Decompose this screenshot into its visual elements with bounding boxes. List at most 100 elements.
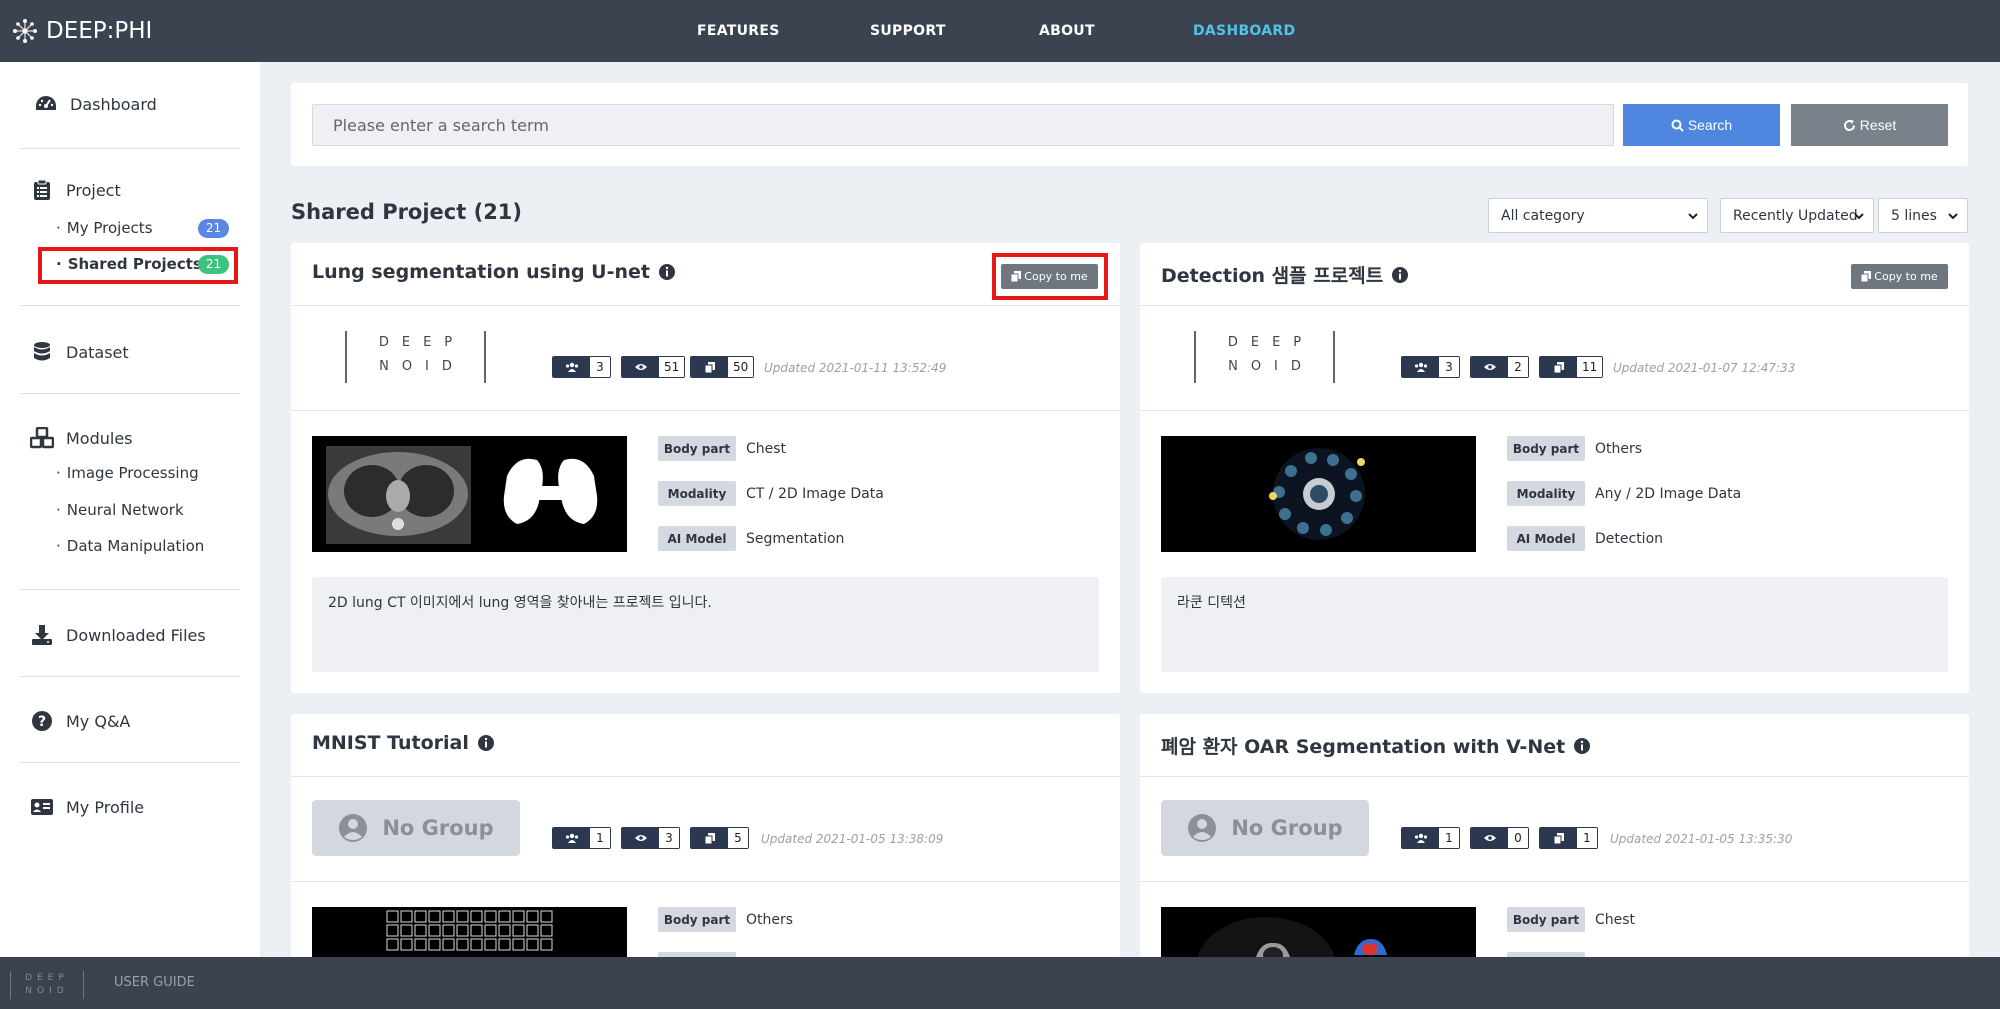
card-title[interactable]: MNIST Tutorial [312, 732, 495, 754]
nav-features[interactable]: FEATURES [697, 0, 780, 62]
field-value: Others [1595, 440, 1643, 457]
members-count: 1 [590, 828, 610, 848]
files-icon [1540, 357, 1577, 377]
category-select[interactable]: All category [1488, 198, 1708, 233]
views-stat: 0 [1470, 827, 1529, 849]
card-title-text: Detection 샘플 프로젝트 [1161, 265, 1384, 287]
sort-select[interactable]: Recently Updated [1720, 198, 1874, 233]
copy-to-me-button[interactable]: Copy to me [1851, 264, 1948, 289]
sidebar-item-my-projects[interactable]: · My Projects [56, 219, 153, 237]
divider [20, 305, 240, 306]
members-count: 3 [590, 357, 610, 377]
group-logo-line: NOID [379, 359, 465, 374]
copy-button-label: Copy to me [1874, 270, 1938, 283]
nav-dashboard[interactable]: DASHBOARD [1193, 0, 1295, 62]
group-logo-line: NOID [1228, 359, 1314, 374]
info-icon[interactable] [1573, 737, 1591, 755]
group-logo-line: DEEP [378, 335, 466, 350]
project-thumbnail [1161, 907, 1476, 957]
search-button[interactable]: Search [1623, 104, 1780, 146]
eye-icon [622, 357, 659, 377]
footer-logo[interactable]: DEEP NOID [10, 971, 84, 999]
no-group-badge: No Group [1161, 800, 1369, 856]
files-icon [1540, 828, 1577, 848]
sidebar-item-data-manipulation[interactable]: · Data Manipulation [56, 537, 204, 555]
sidebar-item-my-profile[interactable]: My Profile [30, 795, 144, 819]
divider [20, 589, 240, 590]
card-title[interactable]: 폐암 환자 OAR Segmentation with V-Net [1161, 732, 1591, 759]
app-logo[interactable]: DEEP:PHI [10, 16, 152, 46]
sidebar-label-shared-projects: Shared Projects [67, 255, 202, 273]
no-group-label: No Group [382, 816, 494, 840]
sidebar-item-my-qa[interactable]: ? My Q&A [30, 709, 130, 733]
copies-stat: 50 [690, 356, 755, 378]
copies-stat: 5 [690, 827, 749, 849]
sidebar-item-dashboard[interactable]: Dashboard [34, 92, 157, 116]
card-header: Detection 샘플 프로젝트 Copy to me [1140, 243, 1969, 306]
user-guide-link[interactable]: USER GUIDE [114, 957, 195, 1009]
members-stat: 1 [1401, 827, 1460, 849]
search-input[interactable] [312, 104, 1614, 146]
updated-timestamp: Updated 2021-01-05 13:38:09 [761, 832, 944, 846]
nav-about[interactable]: ABOUT [1039, 0, 1095, 62]
field-value: Segmentation [746, 530, 845, 547]
shared-projects-count-badge: 21 [198, 255, 229, 274]
project-card[interactable]: 폐암 환자 OAR Segmentation with V-Net No Gro… [1140, 714, 1969, 957]
users-icon [1402, 357, 1439, 377]
lines-select[interactable]: 5 lines [1878, 198, 1968, 233]
info-icon[interactable] [658, 263, 676, 281]
card-title[interactable]: Detection 샘플 프로젝트 [1161, 261, 1409, 288]
field-label: Modality [658, 481, 736, 506]
views-stat: 3 [621, 827, 680, 849]
field-label: AI Model [1507, 526, 1585, 551]
divider [20, 393, 240, 394]
sort-select-value: Recently Updated [1733, 207, 1858, 224]
bullet: · [56, 219, 61, 237]
reset-button[interactable]: Reset [1791, 104, 1948, 146]
sidebar-item-shared-projects[interactable]: · Shared Projects [56, 255, 202, 273]
sidebar-item-dataset[interactable]: Dataset [30, 340, 129, 364]
group-logo-line: DEEP [1227, 335, 1315, 350]
copy-to-me-button[interactable]: Copy to me [1001, 264, 1098, 289]
card-meta: No Group 1 3 5 Updated 2021-01-05 13:38:… [291, 777, 1120, 882]
dashboard-icon [34, 92, 58, 116]
project-card[interactable]: MNIST Tutorial No Group 1 3 5 Updated 20… [291, 714, 1120, 957]
card-meta: DEEP NOID 3 51 50 Updated 2021-01-11 13:5… [291, 306, 1120, 411]
sidebar-label-project: Project [66, 180, 121, 200]
info-icon[interactable] [477, 734, 495, 752]
copies-stat: 1 [1539, 827, 1598, 849]
top-navbar: DEEP:PHI FEATURES SUPPORT ABOUT DASHBOAR… [0, 0, 2000, 62]
sidebar-item-image-processing[interactable]: · Image Processing [56, 464, 199, 482]
sidebar-item-downloaded-files[interactable]: Downloaded Files [30, 623, 206, 647]
copies-stat: 11 [1539, 356, 1604, 378]
field-label: AI Model [658, 526, 736, 551]
my-projects-count-badge: 21 [198, 219, 229, 238]
project-card[interactable]: Lung segmentation using U-net Copy to me… [291, 243, 1120, 693]
nav-support[interactable]: SUPPORT [870, 0, 946, 62]
copies-count: 1 [1577, 828, 1597, 848]
no-group-label: No Group [1231, 816, 1343, 840]
eye-icon [622, 828, 659, 848]
info-icon[interactable] [1391, 266, 1409, 284]
field-value: Chest [746, 440, 787, 457]
card-title-text: MNIST Tutorial [312, 732, 469, 754]
sidebar-item-neural-network[interactable]: · Neural Network [56, 501, 184, 519]
members-stat: 3 [552, 356, 611, 378]
card-title[interactable]: Lung segmentation using U-net [312, 261, 676, 283]
users-icon [553, 357, 590, 377]
user-circle-icon [1188, 814, 1217, 842]
footer: DEEP NOID USER GUIDE [0, 957, 2000, 1009]
files-icon [691, 828, 728, 848]
sidebar-label-neural-network: Neural Network [66, 501, 184, 519]
group-logo: DEEP NOID [1194, 331, 1335, 383]
refresh-icon [1843, 119, 1855, 131]
eye-icon [1471, 357, 1508, 377]
field-value: Detection [1595, 530, 1664, 547]
body-part-field: Body part Chest [658, 436, 786, 461]
project-card[interactable]: Detection 샘플 프로젝트 Copy to me DEEP NOID 3 … [1140, 243, 1969, 693]
field-label: Body part [1507, 436, 1585, 461]
chevron-down-icon [1948, 213, 1958, 220]
sidebar-item-project[interactable]: Project [30, 178, 121, 202]
sidebar-item-modules[interactable]: Modules [30, 426, 133, 450]
copy-icon [1011, 271, 1022, 282]
